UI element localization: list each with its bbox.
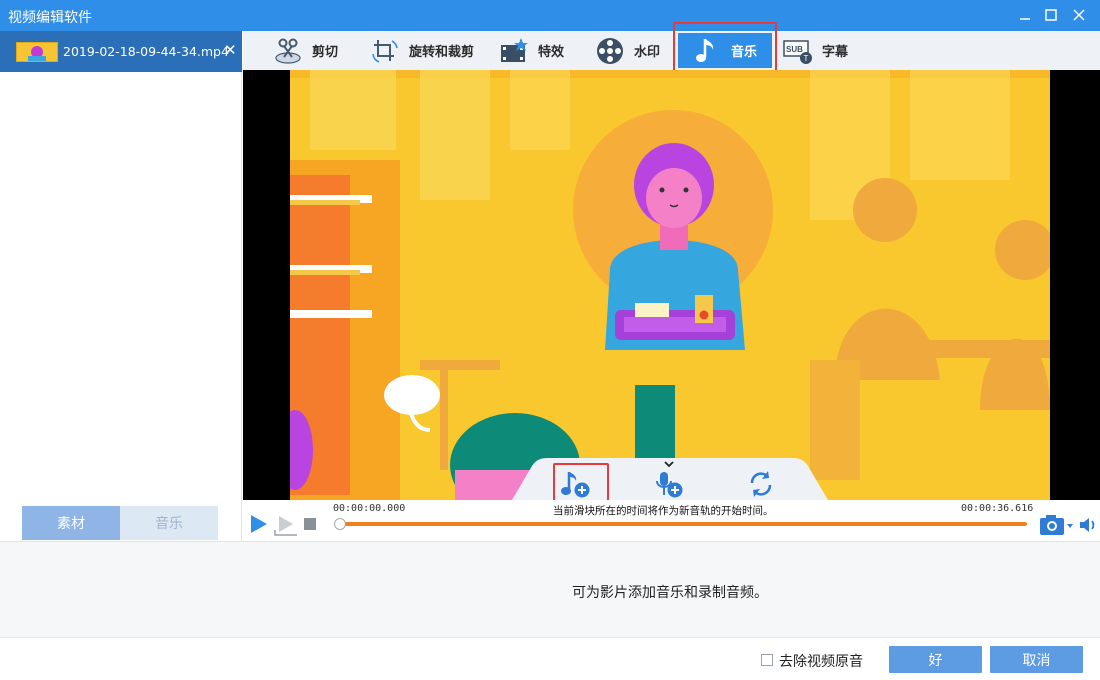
time-start: 00:00:00.000 (333, 503, 406, 514)
tool-music-label: 音乐 (731, 45, 758, 60)
play-segment-button[interactable] (274, 513, 298, 537)
record-audio-button[interactable] (652, 468, 686, 500)
effects-icon (499, 36, 529, 66)
chevron-down-icon[interactable] (662, 458, 676, 468)
snapshot-button[interactable] (1039, 513, 1075, 537)
video-frame (290, 70, 1050, 500)
cancel-button[interactable]: 取消 (990, 646, 1083, 673)
dialog-footer: 去除视频原音 好 取消 (0, 637, 1100, 680)
scissors-icon (273, 36, 303, 66)
play-segment-icon (274, 516, 297, 536)
svg-text:SUB: SUB (786, 45, 803, 54)
tool-effects-label: 特效 (538, 45, 565, 60)
record-audio-icon (656, 472, 683, 498)
minimize-button[interactable] (1014, 5, 1036, 25)
watermark-icon (595, 36, 625, 66)
tool-watermark[interactable]: 水印 (595, 31, 660, 70)
tool-music[interactable]: 音乐 (678, 33, 772, 68)
mute-original-checkbox[interactable] (761, 654, 773, 666)
close-icon (1073, 9, 1085, 21)
start-time-hint: 当前滑块所在的时间将作为新音轨的开始时间。 (553, 505, 774, 517)
title-bar: 视频编辑软件 (0, 0, 1100, 31)
tool-subtitle[interactable]: SUB T 字幕 (783, 31, 848, 70)
music-controls-panel (512, 458, 828, 500)
play-icon (251, 515, 267, 533)
replace-audio-button[interactable] (744, 468, 778, 500)
tool-subtitle-label: 字幕 (822, 45, 849, 60)
subtitle-icon: SUB T (783, 36, 813, 66)
info-text: 可为影片添加音乐和录制音频。 (572, 585, 768, 601)
tool-effects[interactable]: 特效 (499, 31, 564, 70)
maximize-button[interactable] (1040, 5, 1062, 25)
add-music-button[interactable] (559, 468, 593, 500)
info-panel: 可为影片添加音乐和录制音频。 (0, 541, 1100, 637)
close-button[interactable] (1068, 5, 1090, 25)
svg-text:T: T (804, 54, 809, 63)
tool-cut-label: 剪切 (312, 45, 339, 60)
camera-icon (1040, 515, 1073, 535)
stop-icon (304, 518, 316, 530)
rotate-crop-icon (370, 36, 400, 66)
file-name: 2019-02-18-09-44-34.mp4 (63, 44, 229, 59)
play-button[interactable] (249, 513, 269, 535)
tool-watermark-label: 水印 (634, 45, 661, 60)
playback-bar: 00:00:00.000 当前滑块所在的时间将作为新音轨的开始时间。 00:00… (243, 500, 1100, 541)
window-title: 视频编辑软件 (8, 10, 92, 26)
stop-button[interactable] (304, 518, 316, 530)
tool-cut[interactable]: 剪切 (273, 31, 338, 70)
progress-track[interactable] (339, 522, 1027, 526)
tool-rotate-crop-label: 旋转和裁剪 (409, 45, 475, 60)
mute-original-label[interactable]: 去除视频原音 (779, 651, 863, 671)
library-tabs: 素材 音乐 (22, 506, 218, 540)
media-sidebar: 2019-02-18-09-44-34.mp4 ✕ 素材 音乐 (0, 31, 242, 541)
add-music-icon (561, 472, 590, 498)
tab-music[interactable]: 音乐 (120, 506, 218, 540)
minimize-icon (1020, 18, 1030, 20)
ok-button[interactable]: 好 (889, 646, 982, 673)
file-tab[interactable]: 2019-02-18-09-44-34.mp4 ✕ (0, 31, 242, 72)
video-preview (243, 70, 1100, 500)
edit-toolbar: 剪切 旋转和裁剪 特效 水印 音乐 SUB T 字幕 (243, 31, 1100, 70)
maximize-icon (1045, 9, 1057, 21)
tool-rotate-crop[interactable]: 旋转和裁剪 (370, 31, 474, 70)
progress-slider[interactable] (334, 518, 346, 530)
video-thumbnail (16, 42, 58, 62)
time-end: 00:00:36.616 (961, 503, 1034, 514)
file-close-icon[interactable]: ✕ (224, 41, 237, 59)
speaker-icon (1080, 518, 1095, 532)
tab-materials[interactable]: 素材 (22, 506, 120, 540)
music-note-icon (692, 36, 722, 66)
volume-button[interactable] (1078, 515, 1098, 535)
replace-audio-icon (750, 471, 772, 497)
